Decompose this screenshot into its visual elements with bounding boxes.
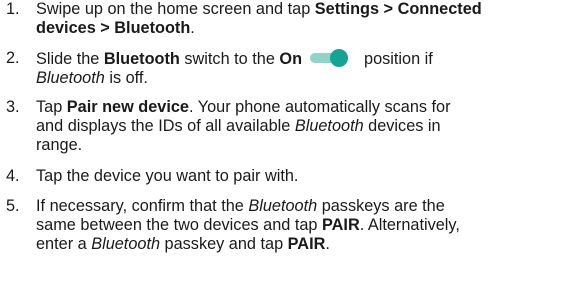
step-number: 3. (6, 98, 20, 116)
toggle-switch-on-icon (310, 49, 350, 67)
text-run: . Your phone automatically scans for (188, 98, 451, 116)
line: and displays the IDs of all available Bl… (36, 117, 582, 136)
feature-name: Bluetooth (294, 117, 364, 135)
line: same between the two devices and tap PAI… (36, 216, 582, 235)
menu-path: devices > Bluetooth (36, 19, 191, 37)
feature-name: Bluetooth (248, 197, 318, 215)
text-run: and displays the IDs of all available (36, 117, 295, 135)
keyword: PAIR (287, 235, 326, 253)
text-run: enter a (36, 235, 92, 253)
text-run: . (190, 19, 195, 37)
step-number: 2. (6, 49, 20, 67)
line: range. (36, 136, 582, 155)
text-run: switch to the (179, 50, 280, 68)
line: Tap the device you want to pair with. (36, 167, 582, 186)
step-text: Slide the Bluetooth switch to the On posi… (36, 49, 582, 88)
text-run: position if (364, 50, 433, 68)
step-number: 5. (6, 197, 20, 215)
step-number: 1. (6, 0, 20, 18)
text-run: passkeys are the (317, 197, 445, 215)
line: Bluetooth is off. (36, 69, 582, 88)
text-run: passkey and tap (160, 235, 288, 253)
feature-name: Bluetooth (91, 235, 161, 253)
text-run: Tap the device you want to pair with. (36, 167, 299, 185)
text-run: If necessary, confirm that the (36, 197, 249, 215)
line: If necessary, confirm that the Bluetooth… (36, 197, 582, 216)
keyword: PAIR (322, 216, 360, 234)
line: enter a Bluetooth passkey and tap PAIR. (36, 235, 582, 254)
text-run: . Alternatively, (359, 216, 460, 234)
text-run: Swipe up on the home screen and tap (36, 0, 315, 18)
keyword: Bluetooth (103, 50, 180, 68)
text-run: devices in (363, 117, 441, 135)
menu-path: Settings > Connected (314, 0, 482, 18)
line: Slide the Bluetooth switch to the On posi… (36, 49, 582, 69)
toggle-knob (330, 49, 349, 67)
step-text: Tap the device you want to pair with. (36, 167, 582, 186)
step-number: 4. (6, 167, 20, 185)
text-run: Slide the (36, 50, 104, 68)
keyword: Pair new device (66, 98, 189, 116)
instruction-list: 1. Swipe up on the home screen and tap S… (0, 0, 582, 286)
line: Tap Pair new device. Your phone automati… (36, 98, 582, 117)
step-text: If necessary, confirm that the Bluetooth… (36, 197, 582, 254)
text-run: . (325, 235, 330, 253)
keyword: On (279, 50, 303, 68)
text-run: range. (36, 136, 83, 154)
line: Swipe up on the home screen and tap Sett… (36, 0, 582, 19)
text-run: Tap (36, 98, 67, 116)
text-run: same between the two devices and tap (36, 216, 323, 234)
line: devices > Bluetooth. (36, 19, 582, 38)
step-text: Swipe up on the home screen and tap Sett… (36, 0, 582, 38)
text-run: is off. (104, 69, 148, 87)
feature-name: Bluetooth (36, 69, 105, 87)
step-text: Tap Pair new device. Your phone automati… (36, 98, 582, 155)
